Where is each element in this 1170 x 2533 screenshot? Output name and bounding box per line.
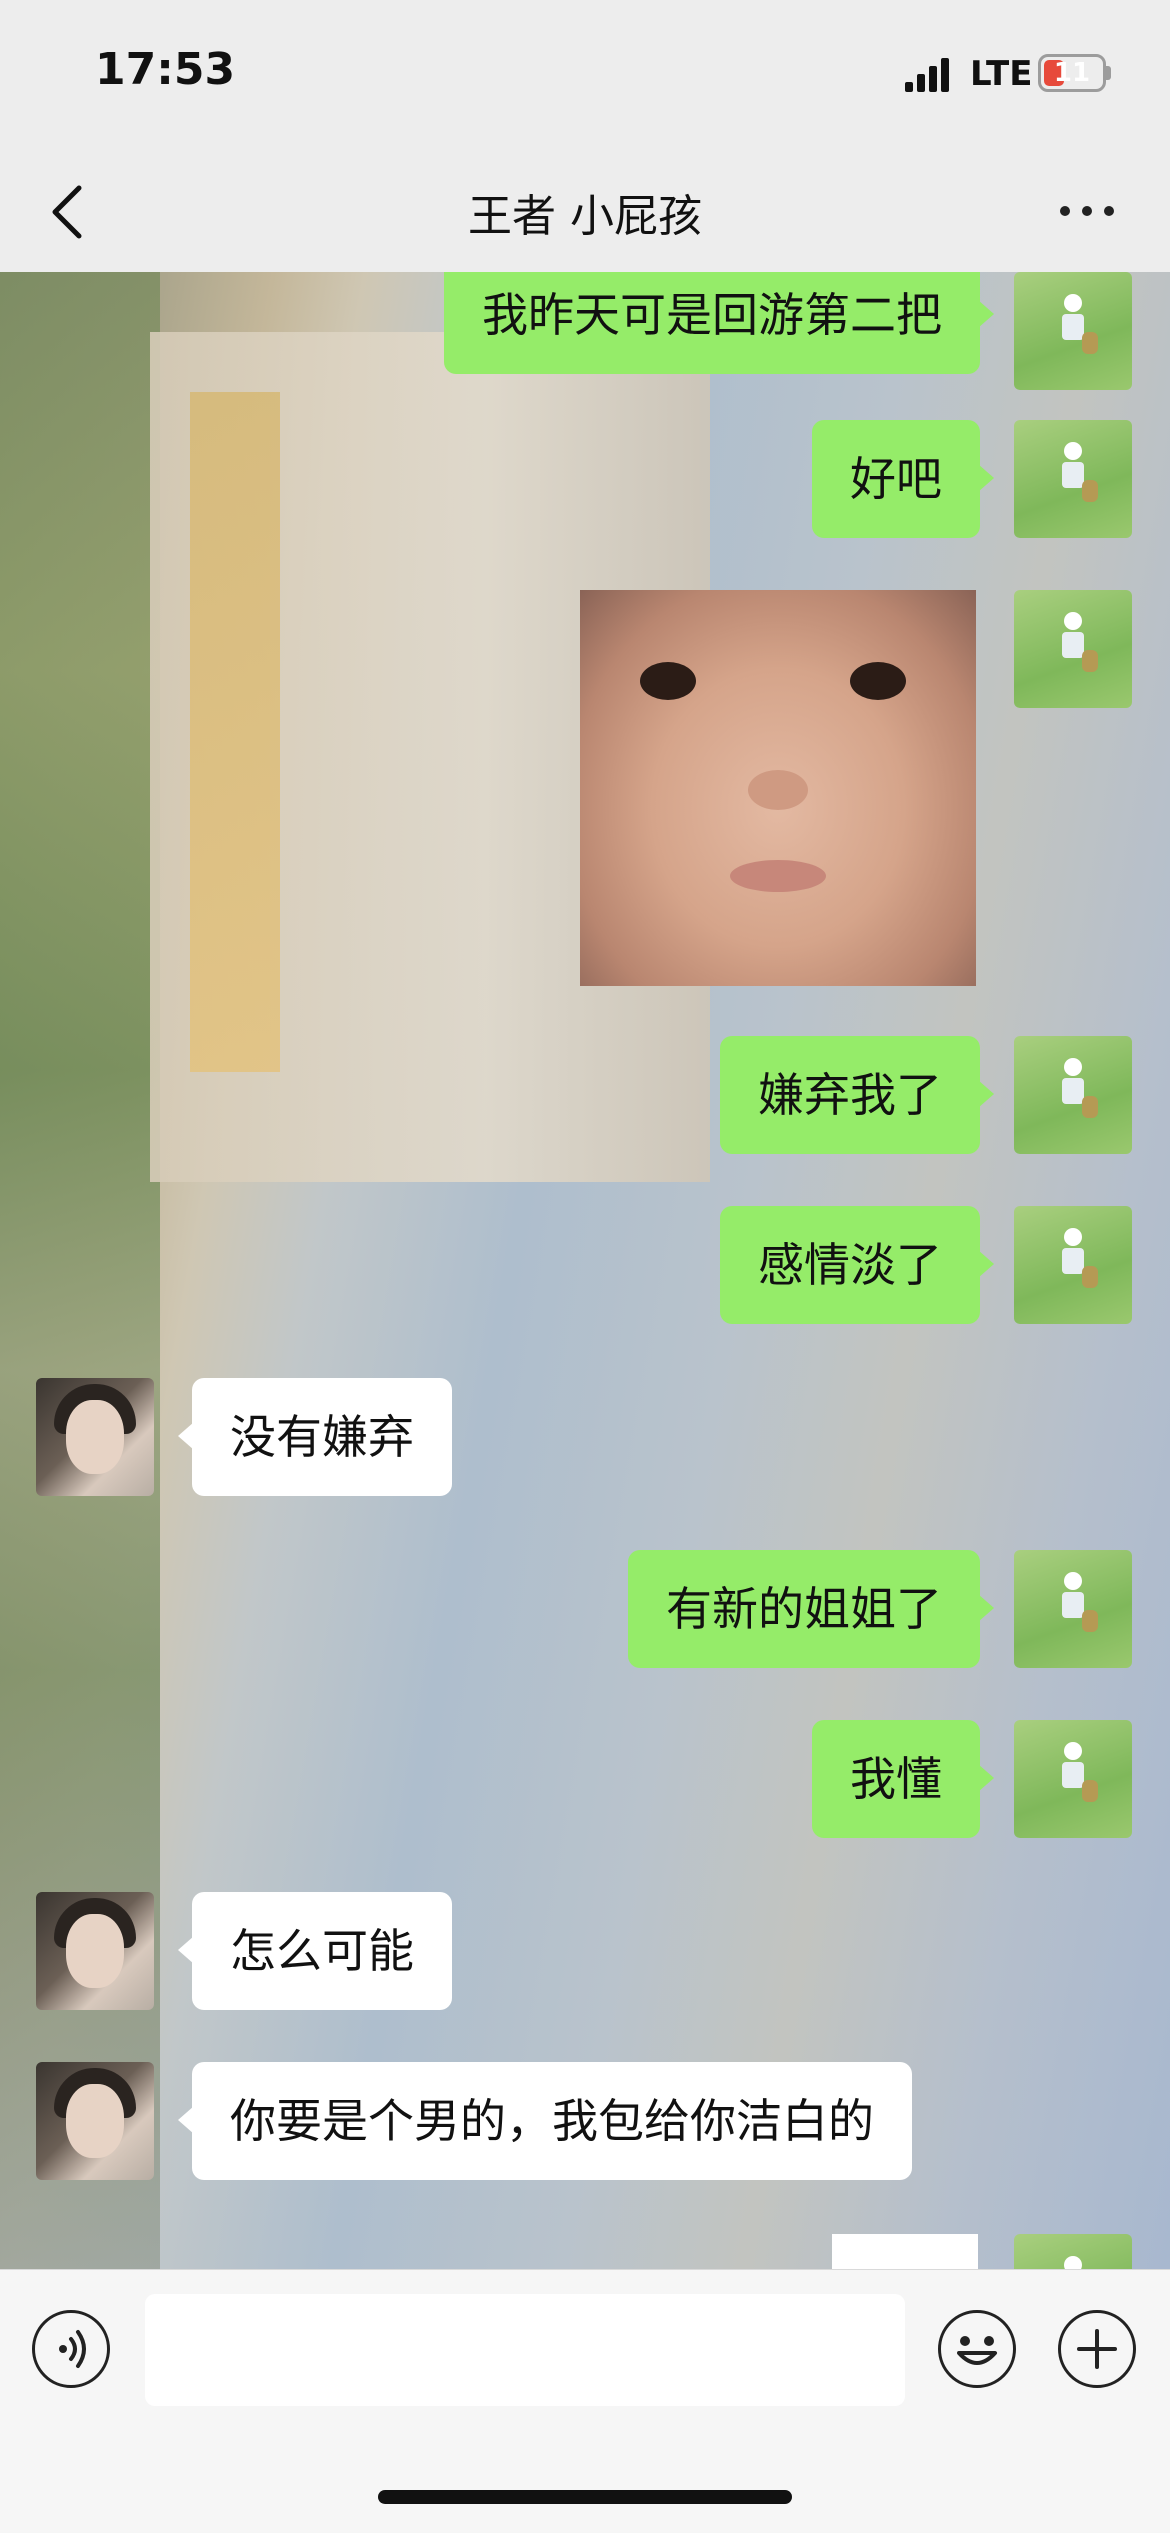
avatar-self[interactable] — [1014, 272, 1132, 390]
message-bubble-sent[interactable]: 我懂 — [812, 1720, 994, 1838]
avatar-self[interactable] — [1014, 1550, 1132, 1668]
more-button[interactable] — [1060, 200, 1116, 220]
sticker-image[interactable] — [580, 590, 976, 986]
home-indicator[interactable] — [378, 2490, 792, 2504]
battery-level: 11 — [1053, 58, 1091, 88]
emoji-icon — [957, 2336, 997, 2365]
chat-header: 王者 小屁孩 — [0, 150, 1170, 273]
avatar-self[interactable] — [1014, 1720, 1132, 1838]
plus-icon — [1077, 2329, 1117, 2369]
signal-icon — [905, 58, 953, 92]
message-bubble-sent[interactable]: 好吧 — [812, 420, 994, 538]
avatar-self[interactable] — [1014, 2234, 1132, 2269]
voice-icon — [59, 2330, 86, 2368]
battery-icon: 11 — [1038, 54, 1106, 92]
network-type: LTE — [970, 54, 1033, 94]
avatar-self[interactable] — [1014, 1036, 1132, 1154]
message-input[interactable] — [145, 2294, 905, 2406]
avatar-contact[interactable] — [36, 1892, 154, 2010]
avatar-self[interactable] — [1014, 590, 1132, 708]
message-bubble-sent[interactable]: 嫌弃我了 — [720, 1036, 994, 1154]
message-bubble-sent[interactable]: 我昨天可是回游第二把 — [444, 272, 994, 374]
message-bubble-received[interactable]: 没有嫌弃 — [178, 1378, 452, 1496]
chat-title: 王者 小屁孩 — [468, 191, 702, 242]
avatar-contact[interactable] — [36, 2062, 154, 2180]
image-message-partial[interactable] — [832, 2234, 978, 2269]
emoji-button[interactable] — [938, 2310, 1016, 2388]
avatar-self[interactable] — [1014, 420, 1132, 538]
avatar-contact[interactable] — [36, 1378, 154, 1496]
status-time: 17:53 — [95, 44, 236, 95]
status-bar: 17:53 LTE 11 — [0, 0, 1170, 150]
message-bubble-received[interactable]: 你要是个男的，我包给你洁白的 — [178, 2062, 912, 2180]
message-bubble-received[interactable]: 怎么可能 — [178, 1892, 452, 2010]
message-bubble-sent[interactable]: 感情淡了 — [720, 1206, 994, 1324]
voice-button[interactable] — [32, 2310, 110, 2388]
more-functions-button[interactable] — [1058, 2310, 1136, 2388]
message-bubble-sent[interactable]: 有新的姐姐了 — [628, 1550, 994, 1668]
chat-area[interactable]: 我昨天可是回游第二把 好吧 嫌弃我了 感情淡了 没有嫌弃 有新的姐姐了 我懂 怎… — [0, 272, 1170, 2269]
background-window — [190, 392, 280, 1072]
battery-tip — [1106, 66, 1111, 80]
avatar-self[interactable] — [1014, 1206, 1132, 1324]
